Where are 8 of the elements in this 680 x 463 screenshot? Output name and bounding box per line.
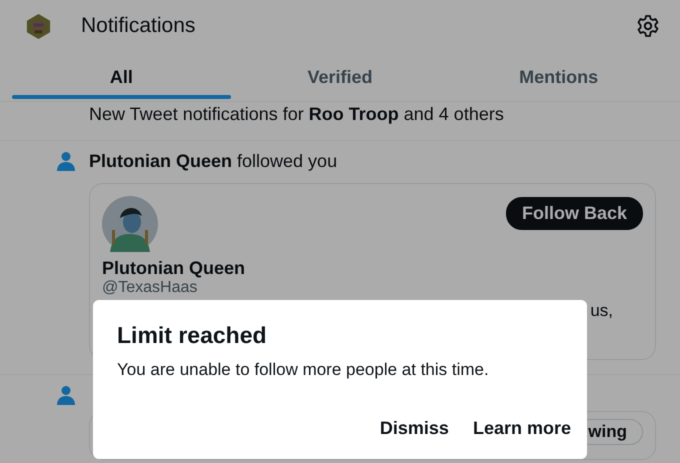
profile-name: Plutonian Queen bbox=[102, 258, 246, 279]
profile-bio: us, bbox=[590, 301, 613, 320]
profile-handle: @TexasHaas bbox=[102, 279, 198, 297]
dialog-message: You are unable to follow more people at this time. bbox=[117, 360, 490, 380]
page-title: Notifications bbox=[81, 14, 196, 38]
notice-text: New Tweet notifications for Roo Troop and 4 others bbox=[89, 104, 504, 124]
notification-text: Plutonian Queen followed you bbox=[89, 150, 338, 172]
dialog-title: Limit reached bbox=[117, 322, 268, 349]
